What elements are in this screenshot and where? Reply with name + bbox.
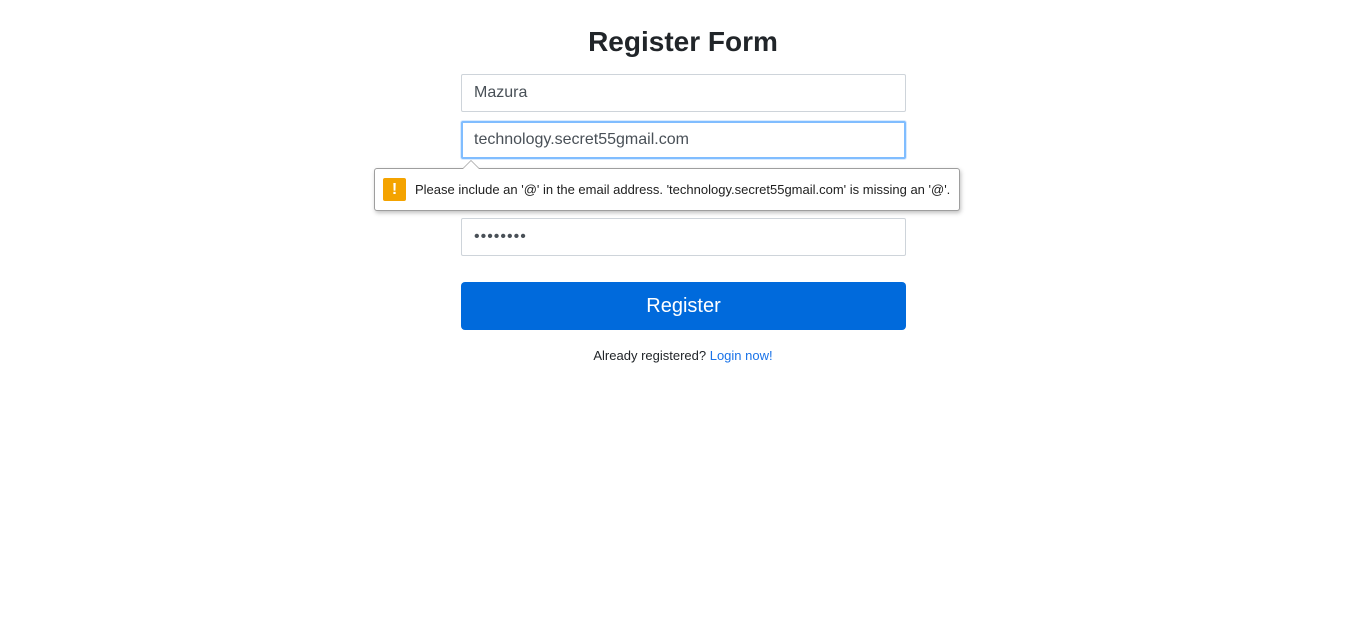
login-link[interactable]: Login now! — [710, 348, 773, 363]
tooltip-arrow — [462, 160, 480, 169]
login-prompt-text: Already registered? — [593, 348, 710, 363]
login-prompt: Already registered? Login now! — [0, 348, 1366, 363]
validation-message: Please include an '@' in the email addre… — [415, 182, 951, 197]
page-title: Register Form — [588, 26, 778, 57]
register-page: Register Form Register Already registere… — [0, 0, 1366, 622]
warning-icon: ! — [383, 178, 406, 201]
password-input[interactable] — [461, 218, 906, 256]
name-input[interactable] — [461, 74, 906, 112]
register-button[interactable]: Register — [461, 282, 906, 330]
email-validation-tooltip: ! Please include an '@' in the email add… — [374, 160, 961, 211]
email-input[interactable] — [461, 121, 906, 159]
